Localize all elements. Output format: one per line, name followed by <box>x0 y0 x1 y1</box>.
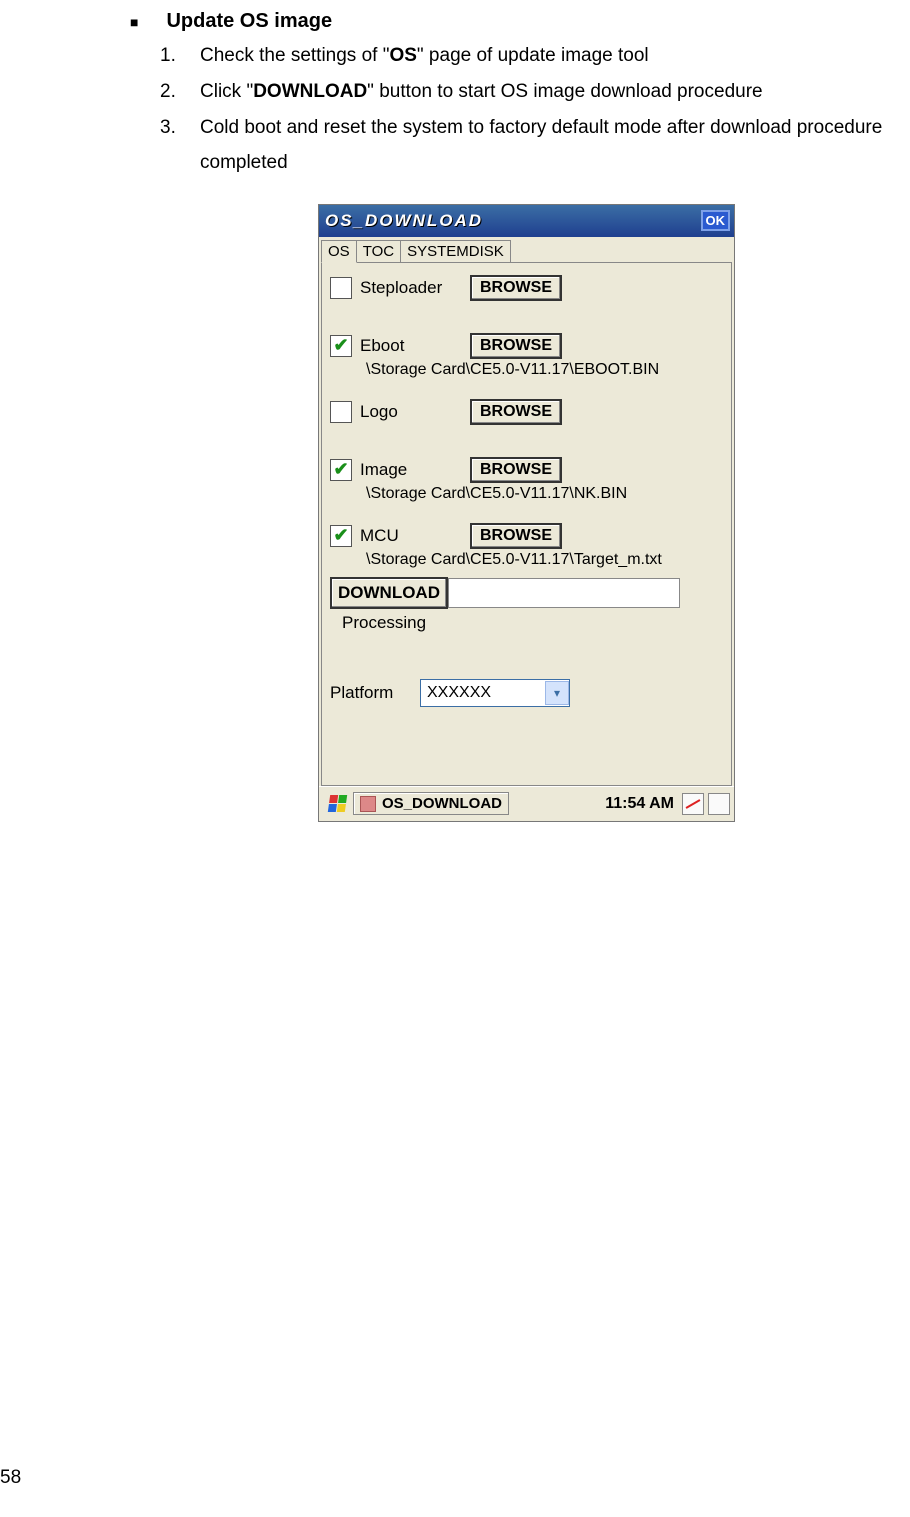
list-item: 2. Click "DOWNLOAD" button to start OS i… <box>160 75 910 109</box>
taskbar-clock: 11:54 AM <box>599 795 680 813</box>
page-number: 58 <box>0 1467 21 1489</box>
tray-speaker-muted-icon[interactable] <box>682 793 704 815</box>
taskbar-app-label: OS_DOWNLOAD <box>382 795 502 812</box>
taskbar-app-button[interactable]: OS_DOWNLOAD <box>353 792 509 815</box>
instruction-list: 1. Check the settings of "OS" page of up… <box>160 39 910 180</box>
tab-toc[interactable]: TOC <box>356 240 401 263</box>
download-button[interactable]: DOWNLOAD <box>330 577 448 609</box>
bullet-icon: ■ <box>130 14 138 30</box>
step-number: 1. <box>160 39 200 73</box>
titlebar: OS_DOWNLOAD OK <box>319 205 734 237</box>
checkbox-image[interactable]: ✔ <box>330 459 352 481</box>
start-icon[interactable] <box>323 790 351 818</box>
tray-network-icon[interactable] <box>708 793 730 815</box>
progress-bar <box>448 578 680 608</box>
app-icon <box>360 796 376 812</box>
path-mcu: \Storage Card\CE5.0-V11.17\Target_m.txt <box>366 551 723 569</box>
step-number: 3. <box>160 111 200 179</box>
checkbox-mcu[interactable]: ✔ <box>330 525 352 547</box>
taskbar: OS_DOWNLOAD 11:54 AM <box>319 786 734 821</box>
platform-select[interactable]: XXXXXX ▾ <box>420 679 570 707</box>
tab-strip: OS TOC SYSTEMDISK <box>319 237 734 262</box>
browse-button-logo[interactable]: BROWSE <box>470 399 562 425</box>
app-window: OS_DOWNLOAD OK OS TOC SYSTEMDISK Steploa… <box>318 204 735 822</box>
processing-label: Processing <box>342 613 723 633</box>
browse-button-steploader[interactable]: BROWSE <box>470 275 562 301</box>
tab-os[interactable]: OS <box>321 240 357 263</box>
list-item: 3. Cold boot and reset the system to fac… <box>160 111 910 179</box>
browse-button-eboot[interactable]: BROWSE <box>470 333 562 359</box>
step-number: 2. <box>160 75 200 109</box>
label-image: Image <box>360 460 470 480</box>
ok-button[interactable]: OK <box>701 210 731 231</box>
platform-label: Platform <box>330 683 420 703</box>
window-title: OS_DOWNLOAD <box>325 211 483 231</box>
chevron-down-icon: ▾ <box>545 681 569 705</box>
label-logo: Logo <box>360 402 470 422</box>
checkbox-steploader[interactable] <box>330 277 352 299</box>
browse-button-mcu[interactable]: BROWSE <box>470 523 562 549</box>
label-steploader: Steploader <box>360 278 470 298</box>
path-eboot: \Storage Card\CE5.0-V11.17\EBOOT.BIN <box>366 361 723 379</box>
tab-systemdisk[interactable]: SYSTEMDISK <box>400 240 511 263</box>
section-heading: Update OS image <box>166 10 332 33</box>
label-mcu: MCU <box>360 526 470 546</box>
browse-button-image[interactable]: BROWSE <box>470 457 562 483</box>
label-eboot: Eboot <box>360 336 470 356</box>
platform-value: XXXXXX <box>427 684 491 702</box>
checkbox-eboot[interactable]: ✔ <box>330 335 352 357</box>
checkbox-logo[interactable] <box>330 401 352 423</box>
list-item: 1. Check the settings of "OS" page of up… <box>160 39 910 73</box>
tab-pane-os: Steploader BROWSE ✔ Eboot BROWSE \Storag… <box>321 262 732 786</box>
path-image: \Storage Card\CE5.0-V11.17\NK.BIN <box>366 485 723 503</box>
